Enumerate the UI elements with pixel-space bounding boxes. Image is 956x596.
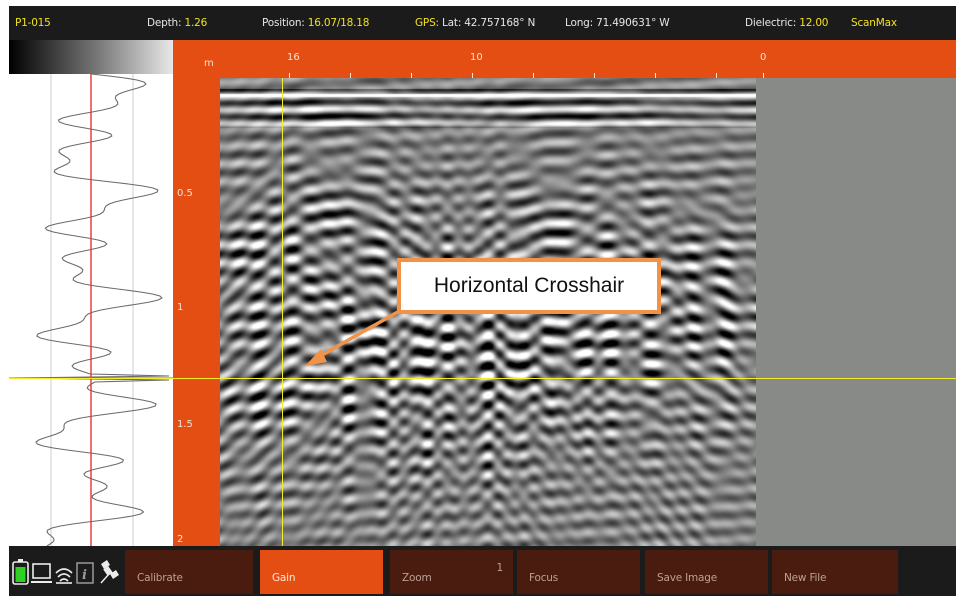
- svg-text:i: i: [82, 568, 87, 583]
- distance-label: 0: [760, 52, 767, 63]
- new-file-button[interactable]: New File: [772, 550, 898, 594]
- gps-long-readout: Long: 71.490631° W: [565, 17, 670, 29]
- gpr-screen: P1-015 Depth: 1.26 Position: 16.07/18.18…: [9, 6, 956, 596]
- bottom-toolbar: i Calibrate Gain Zoom 1 Focus Save Image …: [9, 546, 956, 596]
- gain-button[interactable]: Gain: [260, 550, 383, 594]
- radargram-empty-area: [756, 78, 956, 546]
- status-icons: i: [9, 546, 125, 596]
- gps-lat-readout: GPS: Lat: 42.757168° N: [415, 17, 536, 29]
- zoom-value: 1: [496, 562, 504, 574]
- focus-button[interactable]: Focus: [517, 550, 640, 594]
- position-readout: Position: 16.07/18.18: [262, 17, 370, 29]
- calibrate-button[interactable]: Calibrate: [125, 550, 253, 594]
- wireless-icon: [55, 568, 73, 584]
- distance-label: 10: [470, 52, 483, 63]
- display-icon: [31, 563, 52, 583]
- dielectric-readout: Dielectric: 12.00: [745, 17, 829, 29]
- scan-mode: ScanMax: [851, 17, 897, 29]
- app-frame: P1-015 Depth: 1.26 Position: 16.07/18.18…: [0, 0, 956, 596]
- distance-ruler: 16 10 0: [220, 40, 956, 78]
- depth-ruler: m 0.5 1 1.5 2: [173, 40, 220, 546]
- gain-gradient-bar: [9, 40, 173, 74]
- file-name: P1-015: [15, 17, 51, 29]
- distance-label: 16: [287, 52, 300, 63]
- callout-label: Horizontal Crosshair: [397, 258, 661, 314]
- depth-unit: m: [204, 58, 214, 69]
- save-image-button[interactable]: Save Image: [645, 550, 768, 594]
- depth-label: 1: [177, 302, 184, 313]
- vertical-crosshair[interactable]: [282, 78, 283, 546]
- depth-readout: Depth: 1.26: [147, 17, 208, 29]
- ascope-trace: [9, 74, 173, 546]
- satellite-icon: [100, 560, 119, 584]
- zoom-button[interactable]: Zoom 1: [390, 550, 513, 594]
- horizontal-crosshair[interactable]: [9, 378, 956, 379]
- ascope-panel: [9, 74, 173, 546]
- status-bar: P1-015 Depth: 1.26 Position: 16.07/18.18…: [9, 6, 956, 40]
- battery-icon: [12, 559, 29, 585]
- info-icon: i: [76, 562, 94, 584]
- depth-label: 2: [177, 534, 184, 545]
- depth-label: 0.5: [177, 188, 193, 199]
- depth-label: 1.5: [177, 419, 193, 430]
